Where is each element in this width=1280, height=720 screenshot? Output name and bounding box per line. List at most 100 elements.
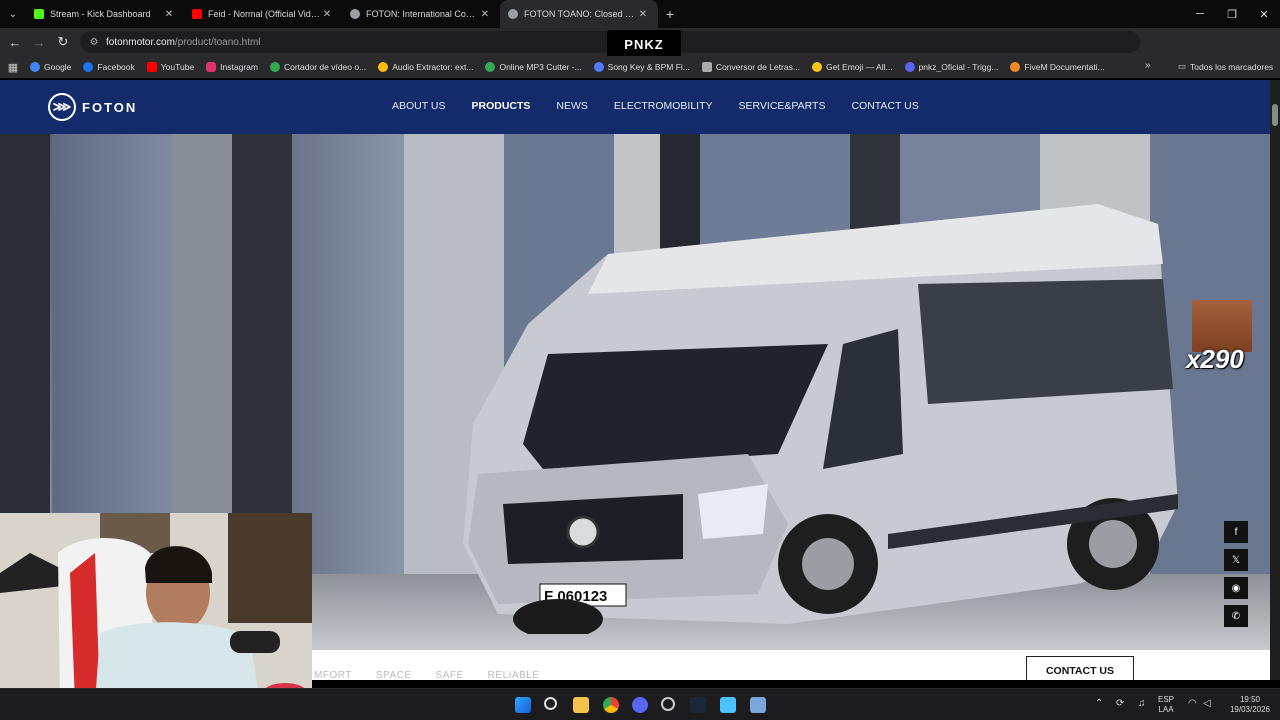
tray-overflow-icon[interactable]: ⌃ [1095, 699, 1103, 709]
bookmark-favicon-icon [485, 62, 496, 72]
search-icon[interactable] [544, 697, 557, 710]
bookmark-item[interactable]: Cortador de vídeo o... [269, 62, 367, 72]
wechat-share-icon[interactable]: ◉ [1224, 577, 1248, 599]
webcam-feed [0, 513, 312, 703]
apps-grid-icon[interactable]: ▦ [0, 61, 26, 74]
microphone-icon[interactable]: ♫ [1138, 699, 1146, 709]
bookmark-item[interactable]: FiveM Documentati... [1010, 62, 1105, 72]
bookmark-label: Cortador de vídeo o... [283, 62, 367, 72]
bookmark-item[interactable]: Get Emoji — All... [811, 62, 893, 72]
steam-icon[interactable] [690, 697, 706, 713]
forward-button[interactable]: → [27, 30, 51, 54]
bookmark-label: FiveM Documentati... [1024, 62, 1105, 72]
feature-tab-reliable[interactable]: RELIABLE [488, 670, 540, 680]
foton-logo[interactable]: ⋙ FOTON [48, 93, 137, 121]
youtube-icon [146, 62, 157, 72]
bookmark-label: Facebook [97, 62, 135, 72]
tab-title: Feid - Normal (Official Video) - [208, 9, 320, 19]
tab-title: Stream - Kick Dashboard [50, 9, 151, 19]
emoji-icon [811, 62, 822, 72]
calculator-icon[interactable] [750, 697, 766, 713]
chrome-icon[interactable] [603, 697, 619, 713]
tab-youtube-video[interactable]: Feid - Normal (Official Video) - ✕ [184, 0, 342, 28]
bookmark-label: Get Emoji — All... [825, 62, 893, 72]
close-tab-icon[interactable]: ✕ [320, 9, 334, 20]
reload-button[interactable]: ↻ [51, 30, 75, 54]
tab-kick-dashboard[interactable]: Stream - Kick Dashboard ✕ [26, 0, 184, 28]
bookmark-item[interactable]: YouTube [146, 62, 195, 72]
app-icon[interactable] [661, 697, 675, 711]
x-share-icon[interactable]: 𝕏 [1224, 549, 1248, 571]
bookmark-favicon-icon [593, 62, 604, 72]
back-button[interactable]: ← [3, 30, 27, 54]
bookmark-item[interactable]: Audio Extractor: ext... [378, 62, 473, 72]
bookmark-item[interactable]: Instagram [206, 62, 258, 72]
emote-combo-count: x290 [1186, 344, 1244, 374]
restore-button[interactable]: ❐ [1216, 0, 1248, 28]
bookmark-item[interactable]: Conversor de Letras... [701, 62, 800, 72]
wifi-icon[interactable]: ◠ [1188, 699, 1197, 709]
feature-tab-comfort[interactable]: MFORT [314, 670, 352, 680]
phone-icon[interactable]: ✆ [1224, 605, 1248, 627]
clock-date: 19/03/2026 [1229, 705, 1271, 714]
all-bookmarks-label: Todos los marcadores [1190, 61, 1274, 72]
facebook-icon [83, 62, 94, 72]
notepad-icon[interactable] [720, 697, 736, 713]
scrollbar-thumb[interactable] [1272, 104, 1278, 126]
bookmark-label: Conversor de Letras... [715, 62, 800, 72]
tab-search-button[interactable]: ⌄ [0, 0, 26, 28]
tab-foton-toano[interactable]: FOTON TOANO: Closed Van Tru ✕ [500, 0, 658, 28]
globe-favicon-icon [350, 9, 360, 19]
start-windows-icon[interactable] [515, 697, 531, 713]
nav-service-parts[interactable]: SERVICE&PARTS [739, 100, 826, 112]
new-tab-button[interactable]: + [658, 6, 682, 22]
kick-favicon-icon [34, 9, 44, 19]
site-info-icon[interactable]: ⚙ [86, 37, 102, 48]
bookmarks-bar: ▦ Google Facebook YouTube Instagram Cort… [0, 56, 1280, 78]
nav-electromobility[interactable]: ELECTROMOBILITY [614, 100, 713, 112]
more-bookmarks-icon[interactable]: » [1145, 60, 1151, 71]
file-explorer-icon[interactable] [573, 697, 589, 713]
bookmark-favicon-icon [1010, 62, 1021, 72]
nav-news[interactable]: NEWS [556, 100, 588, 112]
close-tab-icon[interactable]: ✕ [636, 9, 650, 20]
close-window-button[interactable]: ✕ [1248, 0, 1280, 28]
nav-products[interactable]: PRODUCTS [471, 100, 530, 112]
discord-icon[interactable] [632, 697, 648, 713]
nav-contact-us[interactable]: CONTACT US [851, 100, 918, 112]
foton-logo-icon: ⋙ [48, 93, 76, 121]
url-host: fotonmotor.com [106, 36, 175, 48]
minimize-button[interactable]: ─ [1184, 0, 1216, 28]
bookmark-item[interactable]: Google [30, 62, 71, 72]
all-bookmarks-button[interactable]: ▭ Todos los marcadores [1178, 61, 1273, 72]
tab-strip: ⌄ Stream - Kick Dashboard ✕ Feid - Norma… [0, 0, 1280, 28]
feature-tab-space[interactable]: SPACE [376, 670, 412, 680]
close-tab-icon[interactable]: ✕ [162, 9, 176, 20]
network-icon[interactable]: ⟳ [1116, 699, 1124, 709]
contact-us-button[interactable]: CONTACT US [1026, 656, 1134, 680]
facebook-share-icon[interactable]: f [1224, 521, 1248, 543]
bookmark-favicon-icon [269, 62, 280, 72]
bookmark-label: YouTube [160, 62, 195, 72]
bookmark-label: Song Key & BPM Fi... [607, 62, 690, 72]
tab-title: FOTON TOANO: Closed Van Tru [524, 9, 636, 19]
input-language[interactable]: ESP LAA [1158, 695, 1174, 715]
youtube-favicon-icon [192, 9, 202, 19]
bookmark-item[interactable]: Facebook [83, 62, 135, 72]
clock[interactable]: 19:50 19/03/2026 [1226, 695, 1274, 715]
bookmark-label: Google [44, 62, 72, 72]
site-header: ⋙ FOTON ABOUT US PRODUCTS NEWS ELECTROMO… [0, 80, 1270, 134]
feature-tab-safe[interactable]: SAFE [436, 670, 464, 680]
page-scrollbar[interactable] [1270, 80, 1280, 680]
url-path: /product/toano.html [174, 36, 261, 48]
close-tab-icon[interactable]: ✕ [478, 9, 492, 20]
bookmark-item[interactable]: Song Key & BPM Fi... [593, 62, 690, 72]
nav-about-us[interactable]: ABOUT US [392, 100, 445, 112]
bookmark-item[interactable]: pnkz_Oficial - Trigg... [904, 62, 998, 72]
brand-name: FOTON [82, 99, 138, 115]
bookmark-item[interactable]: Online MP3 Cutter -... [485, 62, 582, 72]
tab-foton-international[interactable]: FOTON: International Commerc ✕ [342, 0, 500, 28]
volume-icon[interactable]: ◁ [1203, 699, 1211, 709]
bookmark-favicon-icon [701, 62, 712, 72]
bookmark-label: Online MP3 Cutter -... [499, 62, 582, 72]
